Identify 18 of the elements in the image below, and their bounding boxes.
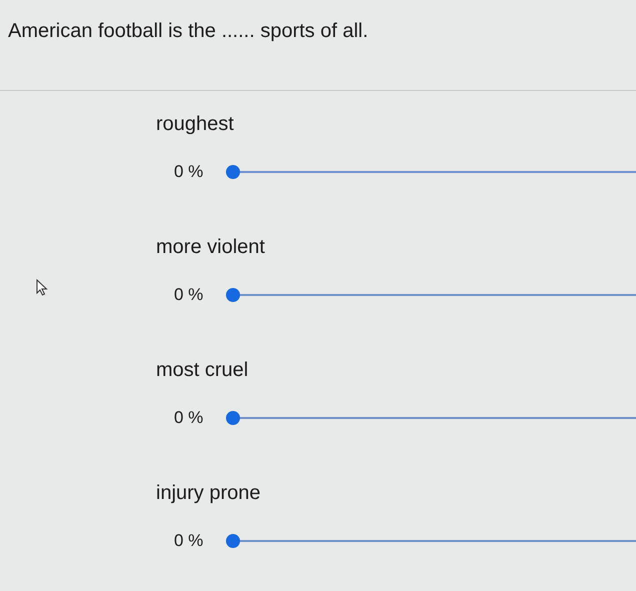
slider-thumb[interactable]	[226, 534, 240, 548]
slider-reading: 0 %	[174, 162, 204, 182]
slider[interactable]	[226, 534, 636, 548]
slider-thumb[interactable]	[226, 165, 240, 179]
slider[interactable]	[226, 288, 636, 302]
slider-thumb[interactable]	[226, 411, 240, 425]
option-label: most cruel	[156, 359, 248, 382]
option-label: injury prone	[156, 482, 261, 505]
slider[interactable]	[226, 411, 636, 425]
option-label: roughest	[156, 113, 234, 136]
mouse-pointer-icon	[36, 279, 48, 296]
question-text: American football is the ...... sports of all.	[7, 19, 370, 44]
slider[interactable]	[226, 165, 636, 179]
slider-reading: 0 %	[174, 531, 204, 551]
slider-reading: 0 %	[174, 285, 204, 305]
slider-reading: 0 %	[174, 408, 204, 428]
slider-thumb[interactable]	[226, 288, 240, 302]
option-label: more violent	[156, 236, 265, 259]
